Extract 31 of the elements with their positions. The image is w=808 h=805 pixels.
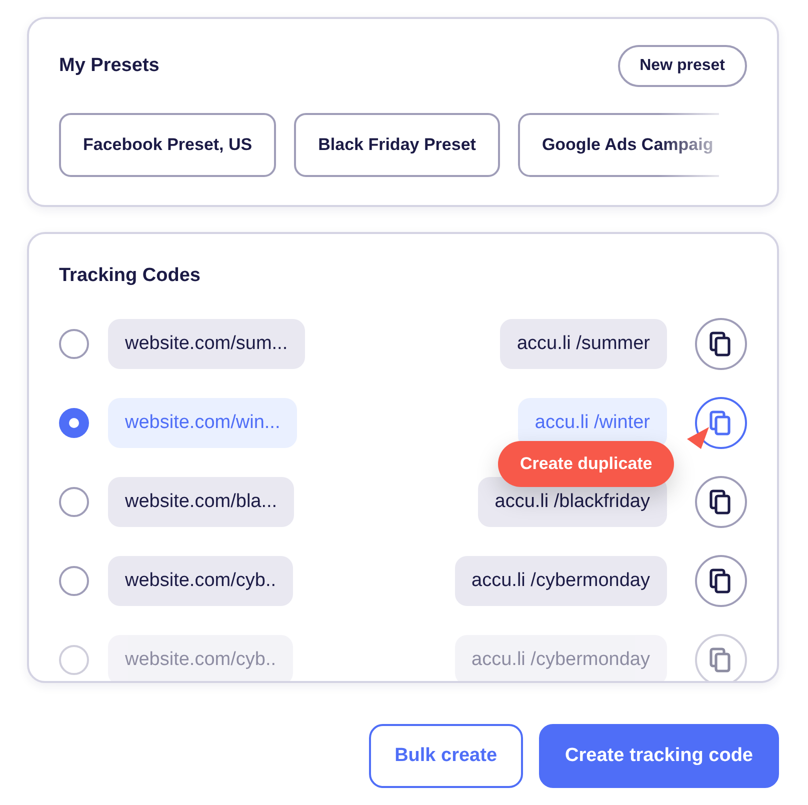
radio-button[interactable] — [59, 408, 89, 438]
radio-button[interactable] — [59, 566, 89, 596]
section-title: My Presets — [59, 55, 160, 77]
url-pill: website.com/cyb.. — [108, 635, 293, 681]
tooltip-pointer — [687, 427, 711, 449]
tooltip: Create duplicate — [498, 441, 674, 487]
radio-button[interactable] — [59, 329, 89, 359]
url-pill: website.com/bla... — [108, 477, 294, 527]
url-pill: website.com/sum... — [108, 319, 305, 369]
preset-chip[interactable]: Black Friday Preset — [294, 113, 500, 177]
create-tracking-code-button[interactable]: Create tracking code — [539, 724, 779, 788]
copy-icon — [709, 568, 733, 594]
new-preset-button[interactable]: New preset — [618, 45, 747, 87]
copy-button[interactable] — [695, 318, 747, 370]
radio-button[interactable] — [59, 487, 89, 517]
copy-icon — [709, 489, 733, 515]
radio-button[interactable] — [59, 645, 89, 675]
section-title: Tracking Codes — [59, 265, 202, 287]
bulk-create-button[interactable]: Bulk create — [368, 724, 524, 788]
short-link-pill: accu.li /cybermonday — [454, 635, 667, 681]
url-pill: website.com/win... — [108, 398, 298, 448]
preset-chip[interactable]: Google Ads Campaig — [518, 113, 720, 177]
short-link-pill: accu.li /cybermonday — [454, 556, 667, 606]
copy-icon — [709, 410, 733, 436]
preset-chip[interactable]: Facebook Preset, US — [59, 113, 276, 177]
copy-icon — [709, 331, 733, 357]
copy-icon — [709, 647, 733, 673]
short-link-pill: accu.li /summer — [500, 319, 667, 369]
url-pill: website.com/cyb.. — [108, 556, 293, 606]
copy-button[interactable] — [695, 476, 747, 528]
copy-button[interactable] — [695, 555, 747, 607]
